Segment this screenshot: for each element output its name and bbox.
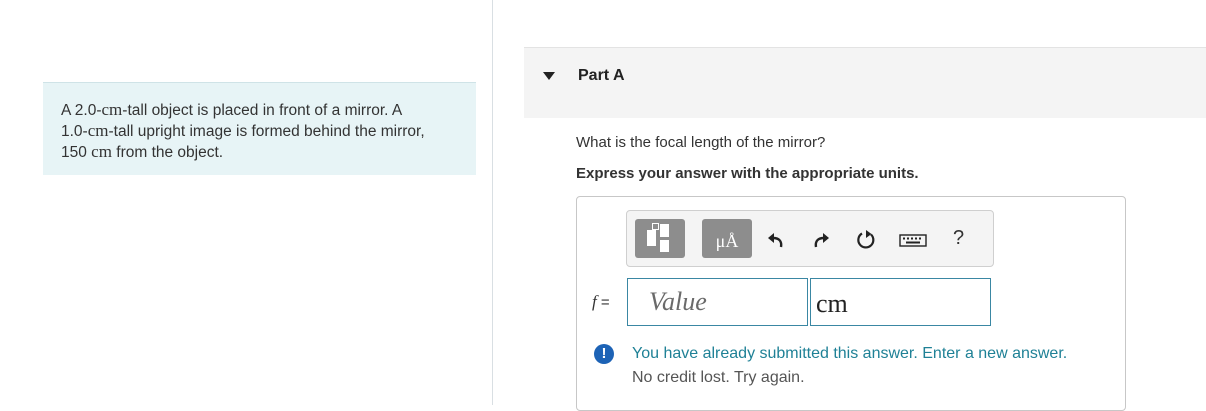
question-text: What is the focal length of the mirror? — [576, 134, 826, 151]
column-divider — [492, 0, 493, 405]
part-header[interactable]: Part A — [524, 47, 1206, 118]
problem-statement: A 2.0-cm-tall object is placed in front … — [43, 82, 476, 175]
variable-label: f = — [592, 292, 610, 311]
units-icon: μÅ — [715, 231, 739, 251]
math-toolbar: μÅ ? — [626, 210, 994, 267]
help-icon[interactable]: ? — [953, 227, 964, 250]
alert-icon: ! — [594, 344, 614, 364]
units-button[interactable]: μÅ — [702, 219, 752, 258]
value-input[interactable]: Value — [627, 278, 808, 326]
part-title: Part A — [578, 67, 625, 84]
problem-line-2: 1.0-cm-tall upright image is formed behi… — [61, 121, 425, 140]
undo-icon[interactable] — [765, 229, 787, 251]
unit-text: cm — [91, 142, 112, 161]
unit-input[interactable]: cm — [810, 278, 991, 326]
feedback-message: You have already submitted this answer. … — [632, 345, 1068, 362]
instruction-text: Express your answer with the appropriate… — [576, 165, 919, 182]
collapse-caret-icon[interactable] — [543, 72, 555, 80]
reset-icon[interactable] — [855, 229, 877, 251]
unit-text: cm — [101, 100, 123, 119]
problem-line-1: A 2.0-cm-tall object is placed in front … — [61, 100, 403, 119]
templates-button[interactable] — [635, 219, 685, 258]
keyboard-icon[interactable] — [899, 229, 927, 251]
redo-icon[interactable] — [810, 229, 832, 251]
unit-text: cm — [87, 121, 109, 140]
feedback-note: No credit lost. Try again. — [632, 369, 805, 386]
problem-line-3: 150 cm from the object. — [61, 142, 224, 161]
